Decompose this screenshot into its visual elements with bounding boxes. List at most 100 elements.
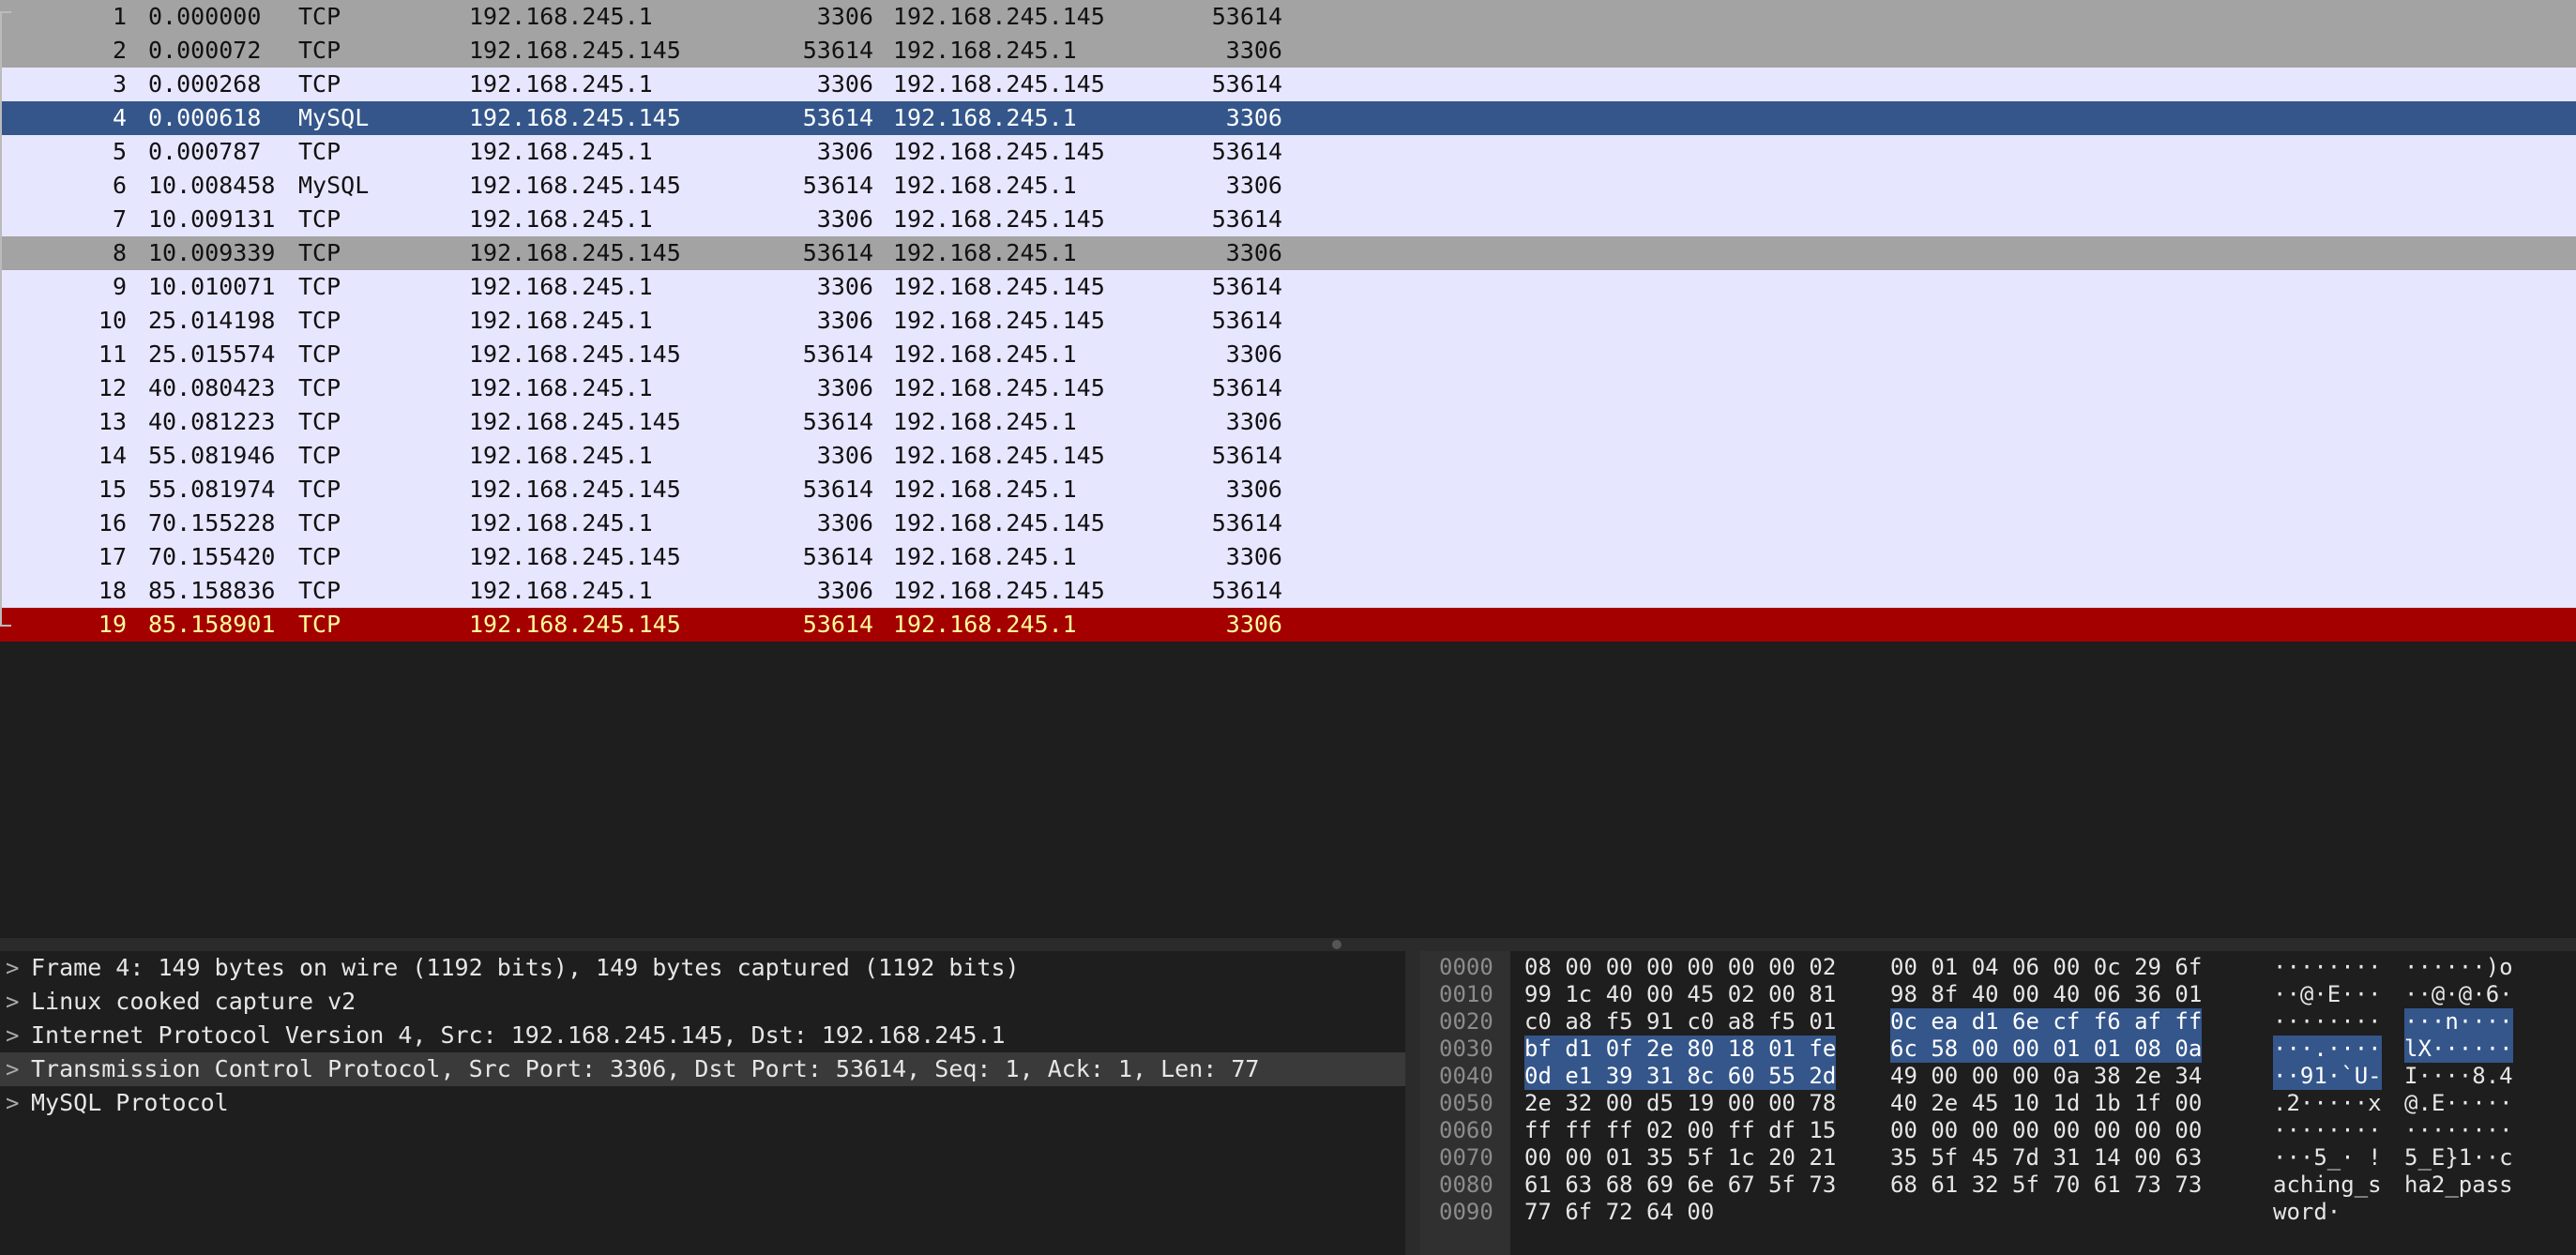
packet-destination-port: 53614 (1211, 70, 1282, 98)
pane-splitter[interactable] (0, 938, 2576, 951)
packet-row[interactable]: 11 25.015574 TCP 192.168.245.145 53614 192.16… (0, 338, 2576, 371)
packet-row[interactable]: 2 0.000072 TCP 192.168.245.145 53614 192.168.… (0, 34, 2576, 68)
packet-destination-port: 53614 (1211, 205, 1282, 233)
ascii-bytes: ······)o (2404, 954, 2513, 980)
chevron-right-icon[interactable]: > (6, 985, 19, 1019)
packet-destination-port: 53614 (1211, 442, 1282, 469)
byte-offset: 0050 (1439, 1090, 1493, 1116)
ascii-bytes: word· (2273, 1199, 2341, 1225)
packet-row[interactable]: 6 10.008458 MySQL 192.168.245.145 53614 192.1… (0, 169, 2576, 203)
ascii-bytes: ········ (2273, 1117, 2382, 1143)
detail-label: Transmission Control Protocol, Src Port:… (31, 1055, 1260, 1082)
ascii-bytes: ········ (2404, 1117, 2513, 1143)
packet-row[interactable]: 8 10.009339 TCP 192.168.245.145 53614 192.168… (0, 236, 2576, 270)
packet-destination-port: 3306 (1225, 543, 1282, 570)
packet-destination-port: 3306 (1225, 172, 1282, 199)
hex-bytes-selected: 6c 58 00 00 01 01 08 0a (1890, 1036, 2203, 1063)
packet-destination-port: 3306 (1225, 37, 1282, 64)
ascii-bytes: ···5_· ! (2273, 1144, 2382, 1171)
hex-bytes-selected: bf d1 0f 2e 80 18 01 fe (1524, 1036, 1837, 1063)
chevron-right-icon[interactable]: > (6, 1086, 19, 1120)
byte-offset: 0040 (1439, 1063, 1493, 1089)
ascii-bytes-selected: lX······ (2404, 1036, 2513, 1063)
hex-bytes: c0 a8 f5 91 c0 a8 f5 01 (1524, 1008, 1837, 1035)
hex-bytes: 08 00 00 00 00 00 00 02 (1524, 954, 1837, 980)
byte-offset: 0000 (1439, 954, 1493, 980)
hex-bytes: 40 2e 45 10 1d 1b 1f 00 (1890, 1090, 2203, 1116)
packet-destination-port: 53614 (1211, 3, 1282, 30)
packet-row[interactable]: 5 0.000787 TCP 192.168.245.1 3306 192.168.245… (0, 135, 2576, 169)
ascii-bytes: aching_s (2273, 1172, 2382, 1198)
ascii-bytes-selected: ··91·`U- (2273, 1063, 2382, 1090)
packet-row[interactable]: 3 0.000268 TCP 192.168.245.1 3306 192.168.245… (0, 68, 2576, 101)
ascii-bytes: ··@·E··· (2273, 981, 2382, 1007)
packet-row[interactable]: 4 0.000618 MySQL 192.168.245.145 53614 192.16… (0, 101, 2576, 135)
byte-offset: 0080 (1439, 1172, 1493, 1198)
byte-offset: 0010 (1439, 981, 1493, 1007)
packet-row[interactable]: 7 10.009131 TCP 192.168.245.1 3306 192.168.24… (0, 203, 2576, 236)
packet-row[interactable]: 14 55.081946 TCP 192.168.245.1 3306 192.168.2… (0, 439, 2576, 473)
hex-bytes: 35 5f 45 7d 31 14 00 63 (1890, 1144, 2203, 1171)
detail-label: Linux cooked capture v2 (31, 988, 356, 1015)
detail-label: Frame 4: 149 bytes on wire (1192 bits), … (31, 954, 1020, 981)
splitter-handle-icon[interactable] (1332, 940, 1341, 949)
hex-bytes: 77 6f 72 64 00 (1524, 1199, 1715, 1225)
packet-destination-port: 53614 (1211, 374, 1282, 401)
hex-bytes: 00 00 00 00 00 00 00 00 (1890, 1117, 2203, 1143)
detail-tree-item[interactable]: > Linux cooked capture v2 (0, 985, 1405, 1019)
packet-row[interactable]: 13 40.081223 TCP 192.168.245.145 53614 192.16… (0, 405, 2576, 439)
ascii-bytes: @.E····· (2404, 1090, 2513, 1116)
packet-row[interactable]: 17 70.155420 TCP 192.168.245.145 53614 192.16… (0, 540, 2576, 574)
ascii-bytes: I····8.4 (2404, 1063, 2513, 1089)
packet-destination-port: 3306 (1225, 611, 1282, 638)
packet-row[interactable]: 19 85.158901 TCP 192.168.245.145 53614 192.16… (0, 608, 2576, 642)
detail-tree-item[interactable]: > Internet Protocol Version 4, Src: 192.1… (0, 1019, 1405, 1052)
packet-row[interactable]: 10 25.014198 TCP 192.168.245.1 3306 192.168.2… (0, 304, 2576, 338)
packet-bytes-pane[interactable]: 0000 0010 0020 0030 0040 0050 0060 0070 0080 0090… (1420, 951, 2576, 1255)
packet-row[interactable]: 16 70.155228 TCP 192.168.245.1 3306 192.168.2… (0, 507, 2576, 540)
packet-row[interactable]: 18 85.158836 TCP 192.168.245.1 3306 192.168.2… (0, 574, 2576, 608)
packet-destination-port: 53614 (1211, 138, 1282, 165)
hex-bytes: 2e 32 00 d5 19 00 00 78 (1524, 1090, 1837, 1116)
byte-offset-column: 0000 0010 0020 0030 0040 0050 0060 0070 0080 0090 (1420, 951, 1510, 1255)
vertical-splitter[interactable] (1405, 951, 1420, 1255)
hex-bytes: 98 8f 40 00 40 06 36 01 (1890, 981, 2203, 1007)
packet-destination-port: 3306 (1225, 340, 1282, 368)
detail-label: Internet Protocol Version 4, Src: 192.16… (31, 1021, 1006, 1049)
detail-tree-item[interactable]: > Transmission Control Protocol, Src Port… (0, 1052, 1405, 1086)
packet-row[interactable]: 9 10.010071 TCP 192.168.245.1 3306 192.168.24… (0, 270, 2576, 304)
hex-bytes-selected: 0c ea d1 6e cf f6 af ff (1890, 1008, 2203, 1036)
byte-offset: 0030 (1439, 1036, 1493, 1062)
hex-bytes: 00 00 01 35 5f 1c 20 21 (1524, 1144, 1837, 1171)
ascii-bytes: ········ (2273, 1008, 2382, 1035)
hex-bytes: 68 61 32 5f 70 61 73 73 (1890, 1172, 2203, 1198)
detail-label: MySQL Protocol (31, 1089, 229, 1116)
hex-bytes: 99 1c 40 00 45 02 00 81 (1524, 981, 1837, 1007)
byte-offset: 0090 (1439, 1199, 1493, 1225)
ascii-bytes: ··@·@·6· (2404, 981, 2513, 1007)
byte-offset: 0070 (1439, 1144, 1493, 1171)
chevron-right-icon[interactable]: > (6, 1052, 19, 1086)
chevron-right-icon[interactable]: > (6, 951, 19, 985)
ascii-bytes: ha2_pass (2404, 1172, 2513, 1198)
packet-list[interactable]: 1 0.000000 TCP 192.168.245.1 3306 192.168.245… (0, 0, 2576, 647)
packet-destination-port: 53614 (1211, 273, 1282, 300)
ascii-bytes-selected: ···n···· (2404, 1008, 2513, 1036)
packet-row[interactable]: 1 0.000000 TCP 192.168.245.1 3306 192.168.245… (0, 0, 2576, 34)
detail-tree-item[interactable]: > Frame 4: 149 bytes on wire (1192 bits),… (0, 951, 1405, 985)
byte-offset: 0060 (1439, 1117, 1493, 1143)
hex-bytes: 61 63 68 69 6e 67 5f 73 (1524, 1172, 1837, 1198)
hex-bytes: 49 00 00 00 0a 38 2e 34 (1890, 1063, 2203, 1089)
detail-tree-item[interactable]: > MySQL Protocol (0, 1086, 1405, 1120)
packet-destination-port: 3306 (1225, 408, 1282, 435)
packet-destination-port: 53614 (1211, 509, 1282, 537)
ascii-bytes: ········ (2273, 954, 2382, 980)
ascii-bytes: .2·····x (2273, 1090, 2382, 1116)
byte-offset: 0020 (1439, 1008, 1493, 1035)
packet-row[interactable]: 12 40.080423 TCP 192.168.245.1 3306 192.168.2… (0, 371, 2576, 405)
chevron-right-icon[interactable]: > (6, 1019, 19, 1052)
packet-details-pane[interactable]: > Frame 4: 149 bytes on wire (1192 bits),… (0, 951, 1405, 1255)
ascii-bytes-selected: ···.···· (2273, 1036, 2382, 1063)
hex-bytes-selected: 0d e1 39 31 8c 60 55 2d (1524, 1063, 1837, 1090)
packet-row[interactable]: 15 55.081974 TCP 192.168.245.145 53614 192.16… (0, 473, 2576, 507)
